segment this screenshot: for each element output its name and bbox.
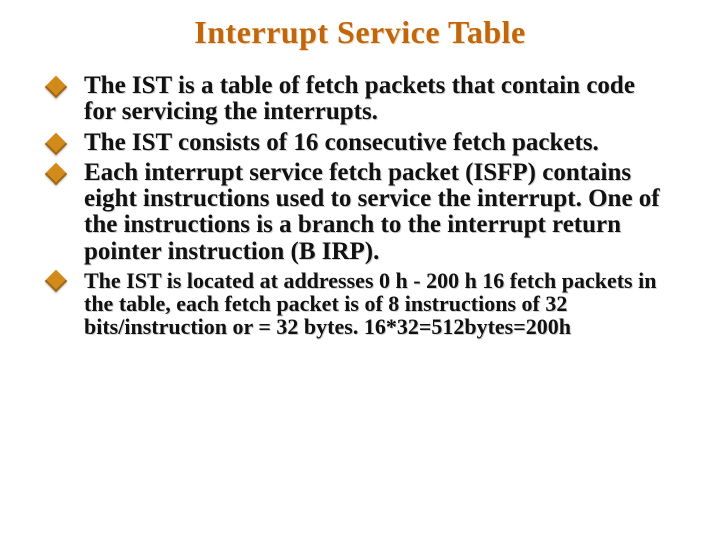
list-item: The IST is a table of fetch packets that… — [40, 73, 672, 126]
list-item: The IST is located at addresses 0 h - 20… — [40, 269, 672, 338]
bullet-text: The IST consists of 16 consecutive fetch… — [84, 129, 599, 156]
bullet-text: Each interrupt service fetch packet (ISF… — [84, 159, 660, 265]
diamond-bullet-icon — [45, 76, 68, 99]
list-item: The IST consists of 16 consecutive fetch… — [40, 130, 672, 156]
slide-title: Interrupt Service Table — [40, 14, 680, 51]
list-item: Each interrupt service fetch packet (ISF… — [40, 160, 672, 265]
bullet-text: The IST is located at addresses 0 h - 20… — [84, 268, 656, 339]
bullet-list: The IST is a table of fetch packets that… — [40, 73, 680, 338]
diamond-bullet-icon — [45, 269, 68, 292]
bullet-text: The IST is a table of fetch packets that… — [84, 72, 635, 125]
slide: Interrupt Service Table The IST is a tab… — [0, 0, 720, 540]
diamond-bullet-icon — [45, 132, 68, 155]
diamond-bullet-icon — [45, 162, 68, 185]
